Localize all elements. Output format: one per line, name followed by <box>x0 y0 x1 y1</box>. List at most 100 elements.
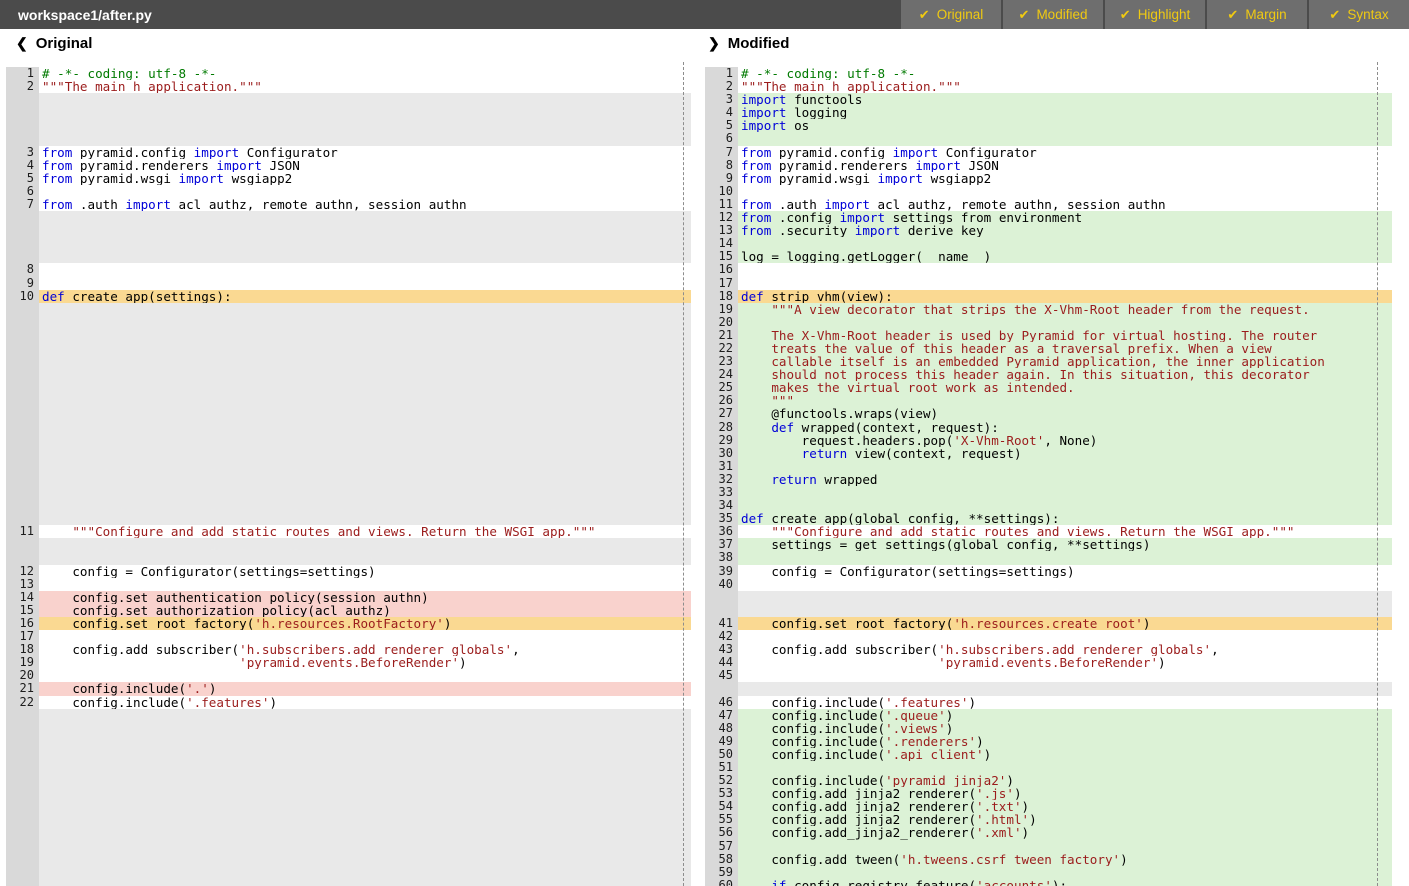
line-content <box>39 709 691 722</box>
line-number: 45 <box>705 669 738 682</box>
pane-title-original-label: Original <box>36 35 93 52</box>
code-line: 17 <box>699 277 1392 290</box>
check-icon: ✔ <box>1227 7 1238 23</box>
line-number <box>6 813 39 826</box>
line-content: return wrapped <box>738 473 1392 486</box>
line-content <box>39 132 691 145</box>
chevron-left-icon: ❮ <box>16 35 28 52</box>
code-line: 10 <box>699 185 1392 198</box>
line-number: 59 <box>705 866 738 879</box>
line-number: 10 <box>705 185 738 198</box>
modified-editor[interactable]: 1# -*- coding: utf-8 -*-2"""The main h a… <box>699 62 1392 886</box>
line-content <box>738 866 1392 879</box>
code-line: 45 <box>699 669 1392 682</box>
original-editor[interactable]: 1# -*- coding: utf-8 -*-2"""The main h a… <box>0 62 691 886</box>
toolbar-button-margin[interactable]: ✔Margin <box>1207 0 1307 29</box>
line-content: config.add_tween('h.tweens.csrf_tween_fa… <box>738 853 1392 866</box>
line-number <box>6 355 39 368</box>
line-content: config.add_jinja2_renderer('.html') <box>738 813 1392 826</box>
code-line: 2"""The main h application.""" <box>699 80 1392 93</box>
chevron-right-icon: ❯ <box>708 35 720 52</box>
code-line: 19 """A view decorator that strips the X… <box>699 303 1392 316</box>
code-line: 6 <box>0 185 691 198</box>
line-content <box>39 277 691 290</box>
code-line: 25 makes the virtual root work as intend… <box>699 381 1392 394</box>
code-line: 38 <box>699 551 1392 564</box>
line-content <box>738 316 1392 329</box>
line-number <box>6 748 39 761</box>
line-number: 29 <box>705 434 738 447</box>
line-content: config.include('.') <box>39 682 691 695</box>
line-number <box>6 787 39 800</box>
line-number <box>6 434 39 447</box>
line-number <box>6 329 39 342</box>
line-number: 17 <box>705 277 738 290</box>
filler-line <box>0 826 691 839</box>
line-content <box>39 761 691 774</box>
titlebar: workspace1/after.py ✔Original✔Modified✔H… <box>0 0 1409 29</box>
code-line: 7from .auth import acl_authz, remote_aut… <box>0 198 691 211</box>
code-line: 11 """Configure and add static routes an… <box>0 525 691 538</box>
line-content: import logging <box>738 106 1392 119</box>
code-line: 56 config.add_jinja2_renderer('.xml') <box>699 826 1392 839</box>
code-line: 1# -*- coding: utf-8 -*- <box>0 67 691 80</box>
code-line: 49 config.include('.renderers') <box>699 735 1392 748</box>
line-number: 2 <box>705 80 738 93</box>
line-number: 4 <box>705 106 738 119</box>
line-number <box>6 866 39 879</box>
filler-line <box>0 329 691 342</box>
filler-line <box>0 132 691 145</box>
toolbar-button-original[interactable]: ✔Original <box>901 0 1001 29</box>
line-content <box>39 316 691 329</box>
code-line: 12 config = Configurator(settings=settin… <box>0 565 691 578</box>
line-content <box>39 434 691 447</box>
filler-line <box>0 368 691 381</box>
check-icon: ✔ <box>1329 7 1340 23</box>
line-content: treats the value of this header as a tra… <box>738 342 1392 355</box>
line-number <box>6 381 39 394</box>
line-content <box>39 250 691 263</box>
line-content: settings = get_settings(global_config, *… <box>738 538 1392 551</box>
filler-line <box>0 538 691 551</box>
line-content <box>39 486 691 499</box>
line-content <box>738 185 1392 198</box>
toolbar: ✔Original✔Modified✔Highlight✔Margin✔Synt… <box>901 0 1409 29</box>
toolbar-button-highlight[interactable]: ✔Highlight <box>1105 0 1205 29</box>
line-number: 3 <box>705 93 738 106</box>
line-content <box>738 237 1392 250</box>
line-number <box>6 473 39 486</box>
modified-lines: 1# -*- coding: utf-8 -*-2"""The main h a… <box>699 62 1392 886</box>
line-number <box>6 735 39 748</box>
line-content: from .config import settings_from_enviro… <box>738 211 1392 224</box>
line-content: if config.registry.feature('accounts'): <box>738 879 1392 886</box>
line-content: config.include('pyramid_jinja2') <box>738 774 1392 787</box>
line-content <box>39 748 691 761</box>
code-line: 23 callable itself is an embedded Pyrami… <box>699 355 1392 368</box>
line-content <box>39 93 691 106</box>
code-line: 30 return view(context, request) <box>699 447 1392 460</box>
line-content <box>39 381 691 394</box>
code-line: 20 <box>0 669 691 682</box>
line-number <box>6 709 39 722</box>
line-number: 56 <box>705 826 738 839</box>
line-number: 57 <box>705 840 738 853</box>
toolbar-button-modified[interactable]: ✔Modified <box>1003 0 1103 29</box>
code-line: 18def strip_vhm(view): <box>699 290 1392 303</box>
filler-line <box>0 840 691 853</box>
filler-line <box>0 748 691 761</box>
line-number: 10 <box>6 290 39 303</box>
line-number: 49 <box>705 735 738 748</box>
code-line: 20 <box>699 316 1392 329</box>
check-icon: ✔ <box>1019 7 1030 23</box>
line-number: 60 <box>705 879 738 886</box>
toolbar-button-syntax[interactable]: ✔Syntax <box>1309 0 1409 29</box>
code-line: 50 config.include('.api_client') <box>699 748 1392 761</box>
line-content: from .auth import acl_authz, remote_auth… <box>39 198 691 211</box>
code-line: 6 <box>699 132 1392 145</box>
line-content: """The main h application.""" <box>738 80 1392 93</box>
line-content: def create_app(settings): <box>39 290 691 303</box>
line-number: 6 <box>6 185 39 198</box>
line-number <box>6 460 39 473</box>
filler-line <box>0 512 691 525</box>
line-number <box>6 826 39 839</box>
